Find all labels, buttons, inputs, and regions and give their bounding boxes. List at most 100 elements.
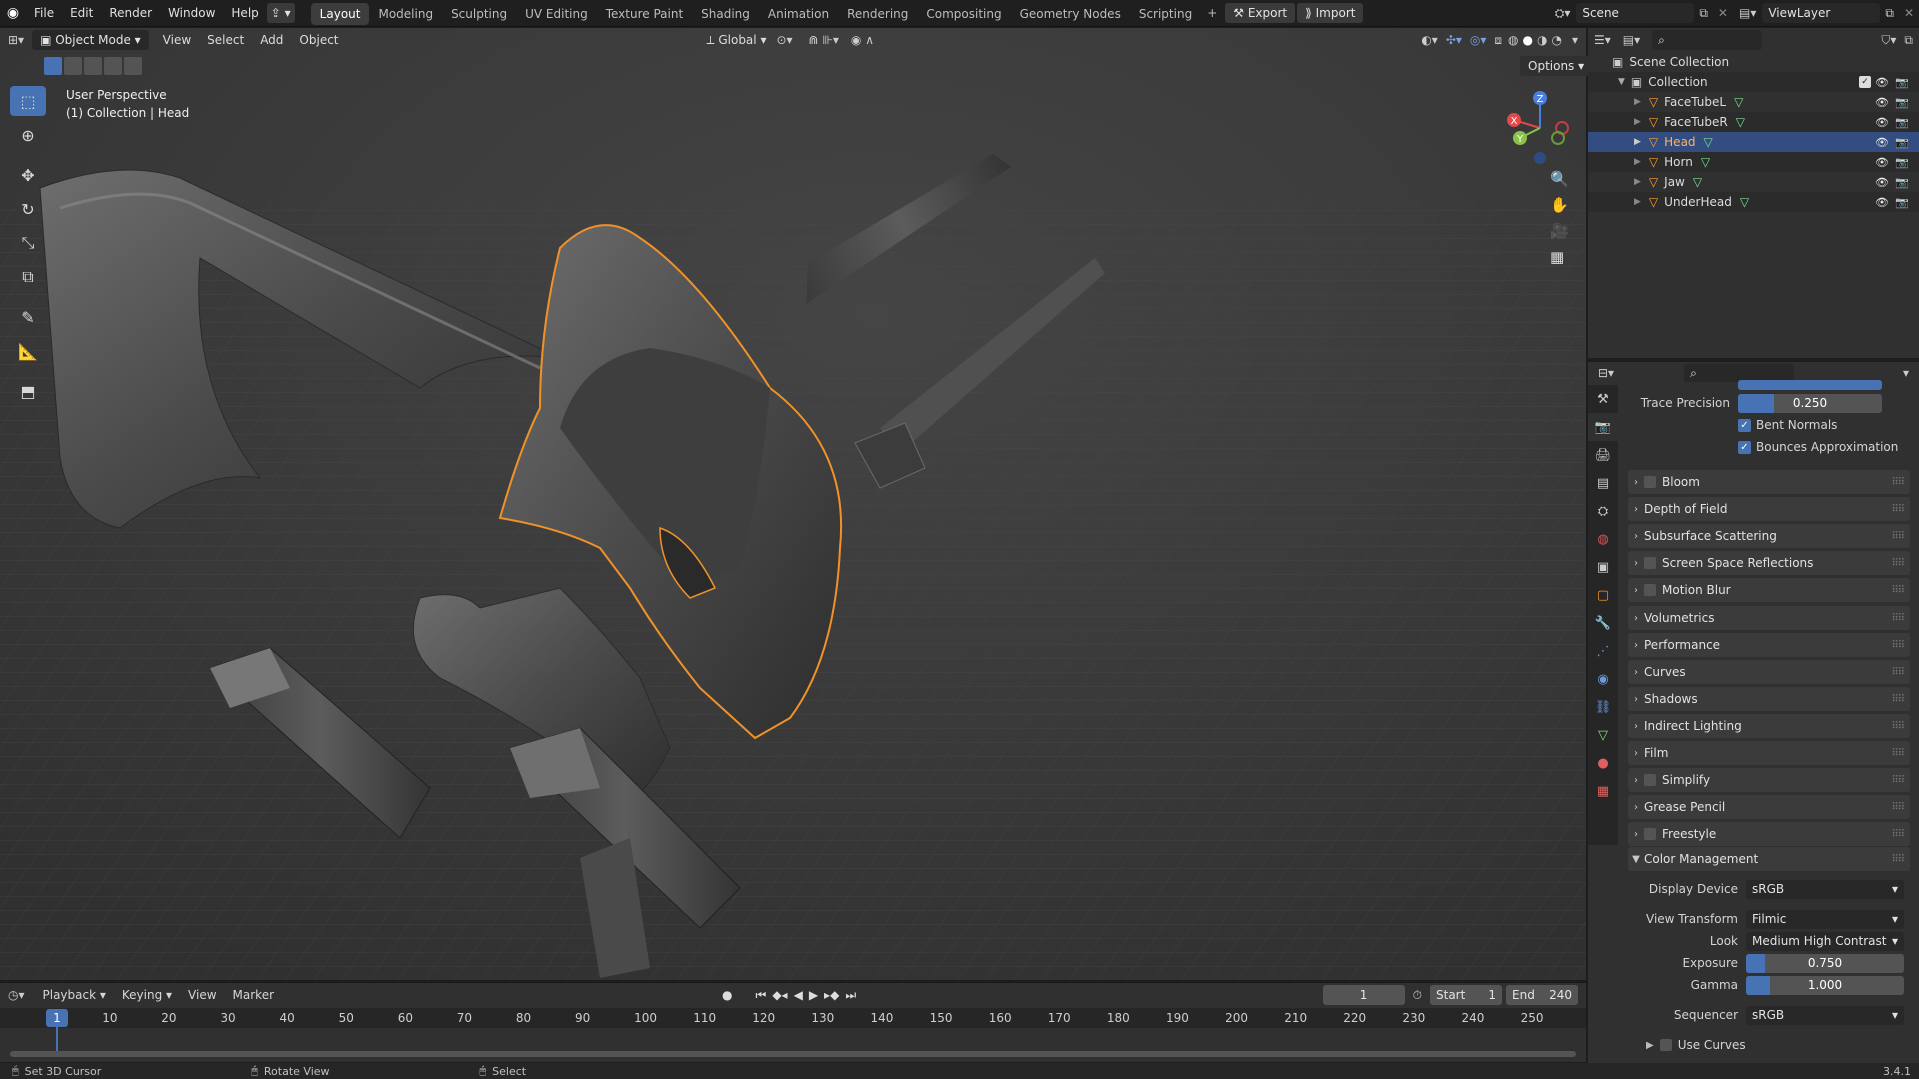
sequencer-select[interactable]: sRGB ▾ xyxy=(1746,1006,1904,1025)
blender-logo-icon[interactable]: ◉ xyxy=(0,5,26,21)
outliner-item[interactable]: ▶ ▽ Jaw ▽ 👁 📷 xyxy=(1588,172,1919,192)
world-tab-icon[interactable]: ◍ xyxy=(1588,525,1618,553)
zoom-icon[interactable]: 🔍 xyxy=(1550,170,1569,188)
menu-window[interactable]: Window xyxy=(160,0,223,27)
panel-volumetrics[interactable]: › Volumetrics ⠿⠿ xyxy=(1628,606,1910,630)
tab-layout[interactable]: Layout xyxy=(310,3,370,25)
scene-name-field[interactable]: Scene xyxy=(1576,3,1695,23)
material-tab-icon[interactable]: ● xyxy=(1588,749,1618,777)
camera-icon[interactable]: 📷 xyxy=(1895,136,1909,149)
data-tab-icon[interactable]: ▽ xyxy=(1588,721,1618,749)
bounces-approx-checkbox[interactable]: ✓ xyxy=(1738,441,1751,454)
panel-simplify[interactable]: › Simplify ⠿⠿ xyxy=(1628,768,1910,792)
visibility-icon[interactable]: ◐▾ xyxy=(1417,33,1442,47)
expand-icon[interactable]: ▼ xyxy=(1618,77,1625,87)
panel-screen-space-reflections[interactable]: › Screen Space Reflections ⠿⠿ xyxy=(1628,551,1910,575)
camera-icon[interactable]: 📷 xyxy=(1895,116,1909,129)
trace-precision-slider[interactable]: 0.250 xyxy=(1738,394,1882,413)
panel-film[interactable]: › Film ⠿⠿ xyxy=(1628,741,1910,765)
drag-handle-icon[interactable]: ⠿⠿ xyxy=(1891,477,1905,488)
mesh-data-icon[interactable]: ▽ xyxy=(1734,95,1743,109)
navigation-gizmo[interactable]: Z X Y xyxy=(1500,88,1580,168)
menu-help[interactable]: Help xyxy=(223,0,266,27)
clock-icon[interactable]: ⏱ xyxy=(1413,988,1422,1003)
eye-icon[interactable]: 👁 xyxy=(1875,116,1889,129)
drag-handle-icon[interactable]: ⠿⠿ xyxy=(1891,613,1905,624)
panel-subsurface-scattering[interactable]: › Subsurface Scattering ⠿⠿ xyxy=(1628,524,1910,548)
eye-icon[interactable]: 👁 xyxy=(1875,176,1889,189)
tab-uv-editing[interactable]: UV Editing xyxy=(516,3,597,25)
tab-texture-paint[interactable]: Texture Paint xyxy=(597,3,692,25)
camera-view-icon[interactable]: 🎥 xyxy=(1550,222,1569,240)
tab-compositing[interactable]: Compositing xyxy=(917,3,1010,25)
timeline-editor-icon[interactable]: ◷▾ xyxy=(8,988,25,1002)
collection-tab-icon[interactable]: ▣ xyxy=(1588,553,1618,581)
outliner-search-input[interactable]: ⌕ xyxy=(1652,30,1763,50)
tab-modeling[interactable]: Modeling xyxy=(369,3,442,25)
bent-normals-checkbox[interactable]: ✓ xyxy=(1738,419,1751,432)
proportional-edit-icon[interactable]: ◉ ∧ xyxy=(845,33,880,47)
panel-enable-checkbox[interactable] xyxy=(1644,774,1656,786)
eye-icon[interactable]: 👁 xyxy=(1875,76,1889,89)
end-frame-field[interactable]: End 240 xyxy=(1506,985,1578,1005)
options-button[interactable]: Options ▾ xyxy=(1520,56,1593,76)
outliner-editor-icon[interactable]: ☰▾ xyxy=(1594,33,1611,47)
scene-tab-icon[interactable]: ⛭ xyxy=(1588,497,1618,525)
new-collection-icon[interactable]: ⧉ xyxy=(1904,33,1913,48)
shading-rendered-icon[interactable]: ◔ xyxy=(1549,33,1563,47)
add-workspace-icon[interactable]: + xyxy=(1201,6,1223,20)
viewlayer-remove-icon[interactable]: ✕ xyxy=(1899,6,1919,20)
panel-enable-checkbox[interactable] xyxy=(1644,557,1656,569)
play-icon[interactable]: ▶ xyxy=(806,988,821,1002)
upload-icon[interactable]: ⇪ ▾ xyxy=(266,3,295,23)
outliner-item-selected[interactable]: ▶ ▽ Head ▽ 👁 📷 xyxy=(1588,132,1919,152)
drag-handle-icon[interactable]: ⠿⠿ xyxy=(1891,558,1905,569)
shading-options-icon[interactable]: ▾ xyxy=(1564,33,1586,47)
camera-icon[interactable]: 📷 xyxy=(1895,176,1909,189)
physics-tab-icon[interactable]: ◉ xyxy=(1588,665,1618,693)
view-layer-tab-icon[interactable]: ▤ xyxy=(1588,469,1618,497)
viewlayer-icon[interactable]: ▤▾ xyxy=(1733,6,1762,20)
select-intersect-icon[interactable] xyxy=(124,57,142,75)
panel-curves[interactable]: › Curves ⠿⠿ xyxy=(1628,660,1910,684)
drag-handle-icon[interactable]: ⠿⠿ xyxy=(1891,531,1905,542)
gamma-slider[interactable]: 1.000 xyxy=(1746,976,1904,995)
pan-hand-icon[interactable]: ✋ xyxy=(1550,196,1569,214)
drag-handle-icon[interactable]: ⠿⠿ xyxy=(1891,640,1905,651)
mesh-data-icon[interactable]: ▽ xyxy=(1740,195,1749,209)
outliner-item[interactable]: ▶ ▽ FaceTubeR ▽ 👁 📷 xyxy=(1588,112,1919,132)
panel-performance[interactable]: › Performance ⠿⠿ xyxy=(1628,633,1910,657)
keying-menu[interactable]: Keying ▾ xyxy=(114,988,180,1002)
snap-icon[interactable]: ⋒ ⊪▾ xyxy=(803,33,845,47)
select-difference-icon[interactable] xyxy=(104,57,122,75)
camera-icon[interactable]: 📷 xyxy=(1895,156,1909,169)
drag-handle-icon[interactable]: ⠿⠿ xyxy=(1891,721,1905,732)
gizmo-toggle-icon[interactable]: ✣▾ xyxy=(1442,33,1466,47)
ortho-grid-icon[interactable]: ▦ xyxy=(1550,248,1569,266)
display-device-select[interactable]: sRGB ▾ xyxy=(1746,880,1904,899)
viewport-menu-object[interactable]: Object xyxy=(291,33,346,47)
scale-tool-icon[interactable]: ⤡ xyxy=(10,228,46,258)
drag-handle-icon[interactable]: ⠿⠿ xyxy=(1891,667,1905,678)
shading-solid-icon[interactable]: ● xyxy=(1521,33,1535,47)
timeline-view-menu[interactable]: View xyxy=(180,988,224,1002)
start-frame-field[interactable]: Start 1 xyxy=(1430,985,1502,1005)
view-transform-select[interactable]: Filmic ▾ xyxy=(1746,910,1904,929)
eye-icon[interactable]: 👁 xyxy=(1875,196,1889,209)
mesh-data-icon[interactable]: ▽ xyxy=(1701,155,1710,169)
outliner-item[interactable]: ▶ ▽ Horn ▽ 👁 📷 xyxy=(1588,152,1919,172)
overlay-toggle-icon[interactable]: ◎▾ xyxy=(1466,33,1491,47)
display-mode-icon[interactable]: ▤▾ xyxy=(1623,33,1640,47)
camera-icon[interactable]: 📷 xyxy=(1895,96,1909,109)
texture-tab-icon[interactable]: ▦ xyxy=(1588,777,1618,805)
orientation-dropdown[interactable]: ⟂ Global ▾ xyxy=(707,33,767,48)
constraints-tab-icon[interactable]: ⛓ xyxy=(1588,693,1618,721)
outliner-item[interactable]: ▶ ▽ FaceTubeL ▽ 👁 📷 xyxy=(1588,92,1919,112)
next-keyframe-icon[interactable]: ▸◆ xyxy=(821,988,842,1002)
scene-icon[interactable]: ⛭▾ xyxy=(1549,6,1577,21)
play-reverse-icon[interactable]: ◀ xyxy=(791,988,806,1002)
tab-shading[interactable]: Shading xyxy=(692,3,759,25)
scene-add-icon[interactable]: ⧉ xyxy=(1694,6,1713,21)
shading-wireframe-icon[interactable]: ◍ xyxy=(1506,33,1520,47)
mode-dropdown[interactable]: ▣ Object Mode ▾ xyxy=(32,30,149,50)
